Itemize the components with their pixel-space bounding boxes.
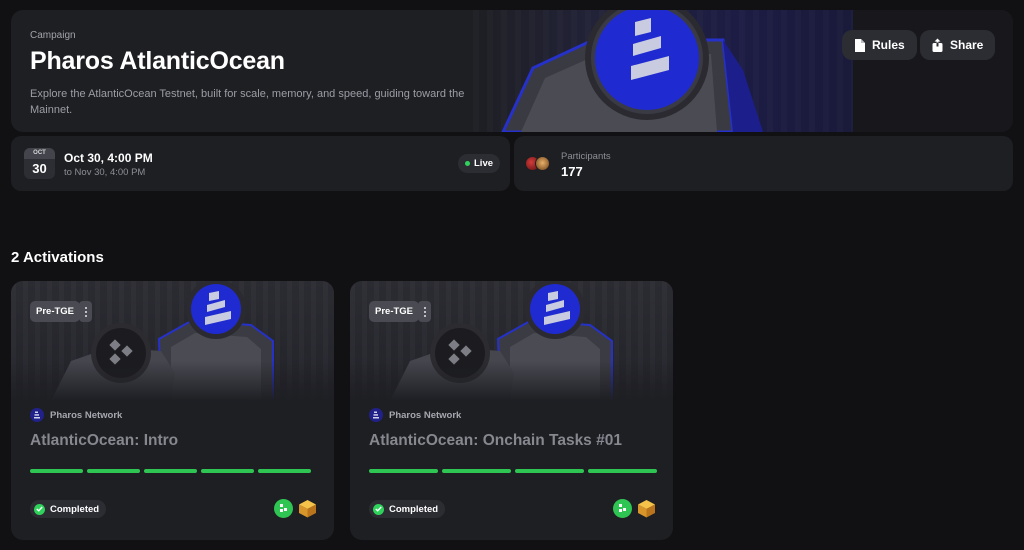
campaign-page: Campaign Pharos AtlanticOcean Explore th… [0,0,1024,550]
campaign-description: Explore the AtlanticOcean Testnet, built… [30,88,465,116]
calendar-day: 30 [32,161,47,176]
green-dot-icon [465,161,470,166]
status-label: Live [474,158,494,169]
completed-badge: Completed [30,500,107,518]
avatar [535,156,550,171]
activation-title[interactable]: AtlanticOcean: Intro [30,432,178,450]
participants-label: Participants [561,151,611,162]
calendar-month: OCT [24,148,55,159]
organizer-name: Pharos Network [389,409,462,421]
kebab-icon[interactable] [418,301,431,322]
cube-box-icon[interactable] [298,499,317,518]
check-circle-icon [373,503,384,515]
page-title: Pharos AtlanticOcean [30,47,285,75]
share-button[interactable]: Share [920,30,996,60]
progress-segment [30,469,83,473]
activation-card[interactable]: Pre-TGE Pharos Network AtlanticOcean: On… [350,281,673,540]
organizer: Pharos Network [369,408,461,422]
progress-segment [258,469,311,473]
share-icon [932,38,943,52]
progress-segment [369,469,438,473]
kebab-icon[interactable] [79,301,92,322]
organizer: Pharos Network [30,408,122,422]
green-token-icon[interactable] [613,499,632,518]
activation-card[interactable]: Pre-TGE Pharos Network AtlanticOcean: In… [11,281,334,540]
participants-card[interactable]: Participants 177 [514,136,1013,191]
campaign-eyebrow: Campaign [30,30,76,41]
calendar-icon: OCT 30 [24,148,55,179]
cube-box-icon[interactable] [637,499,656,518]
participants-count: 177 [561,164,583,179]
status-label: Completed [389,503,439,515]
participant-avatars [525,156,551,172]
progress-segment [144,469,197,473]
start-date: Oct 30, 4:00 PM [64,151,153,165]
document-icon [854,38,865,52]
completed-badge: Completed [369,500,446,518]
progress-bar [30,469,311,473]
share-label: Share [950,38,984,52]
progress-segment [442,469,511,473]
progress-segment [201,469,254,473]
rules-label: Rules [872,38,905,52]
campaign-banner-art [473,10,853,132]
schedule-card: OCT 30 Oct 30, 4:00 PM to Nov 30, 4:00 P… [11,136,510,191]
end-date: to Nov 30, 4:00 PM [64,167,146,178]
pharos-logo-icon [369,408,383,422]
pre-tge-badge: Pre-TGE [30,301,81,322]
green-token-icon[interactable] [274,499,293,518]
activation-banner-art: Pre-TGE [350,281,673,401]
activation-title[interactable]: AtlanticOcean: Onchain Tasks #01 [369,432,622,450]
pharos-logo-icon [30,408,44,422]
progress-segment [515,469,584,473]
progress-segment [87,469,140,473]
status-label: Completed [50,503,100,515]
pre-tge-badge: Pre-TGE [369,301,420,322]
activation-banner-art: Pre-TGE [11,281,334,401]
progress-segment [588,469,657,473]
rules-button[interactable]: Rules [842,30,917,60]
organizer-name: Pharos Network [50,409,123,421]
check-circle-icon [34,503,45,515]
campaign-header: Campaign Pharos AtlanticOcean Explore th… [11,10,1013,132]
progress-bar [369,469,657,473]
activations-heading: 2 Activations [11,249,104,266]
status-badge: Live [458,154,501,173]
